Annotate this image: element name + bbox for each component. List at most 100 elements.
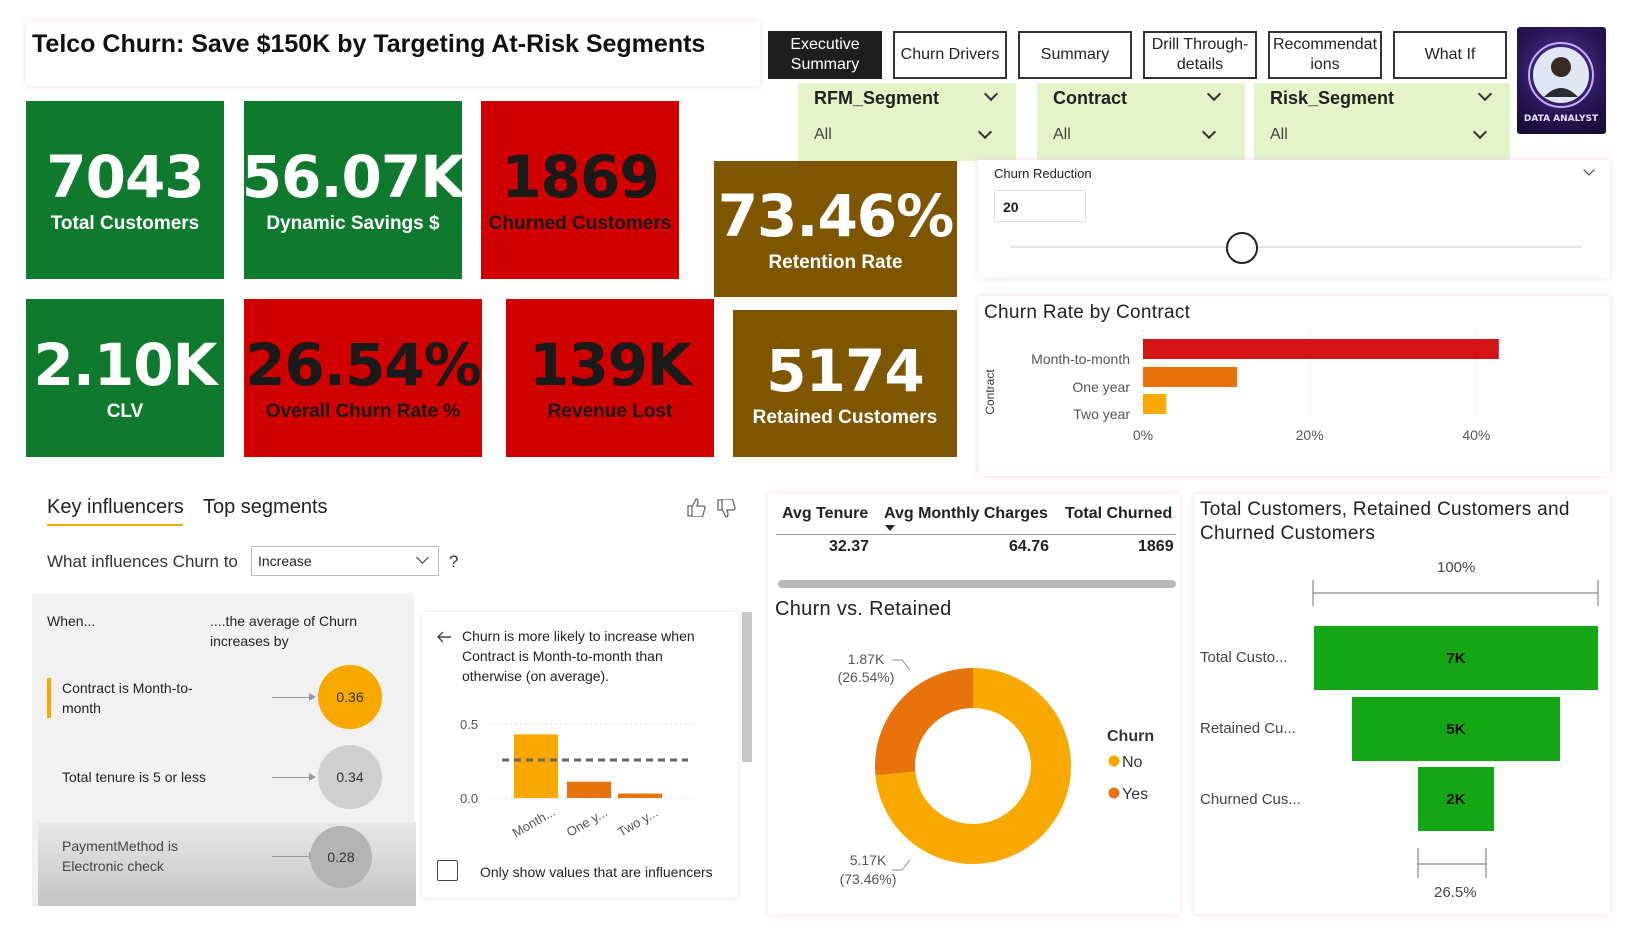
category-label: Two y...	[615, 805, 660, 840]
influencer-row-text[interactable]: PaymentMethod is Electronic check	[62, 836, 232, 876]
chart-title: Churn Rate by Contract	[984, 302, 1191, 323]
chevron-down-icon[interactable]	[977, 124, 993, 140]
thumbs-up-icon[interactable]	[686, 497, 708, 517]
kpi-value: 2.10K	[33, 331, 217, 399]
sort-desc-icon[interactable]	[885, 525, 895, 531]
nav-executive-summary-button[interactable]: Executive Summary	[768, 31, 882, 79]
slider-thumb[interactable]	[1226, 232, 1258, 264]
funnel-top-bracket	[1312, 580, 1599, 606]
chevron-down-icon[interactable]	[1472, 124, 1488, 140]
kpi-label: Retained Customers	[752, 406, 938, 428]
slider-track[interactable]	[1010, 246, 1582, 248]
kpi-label: Churned Customers	[488, 213, 672, 234]
kpi-label: CLV	[106, 401, 144, 422]
funnel-bar[interactable]: 5K	[1351, 697, 1561, 761]
nav-summary-button[interactable]: Summary	[1018, 31, 1132, 79]
influencer-bubble[interactable]: 0.34	[318, 745, 382, 809]
axis-label: Contract	[983, 369, 997, 415]
slicer-value[interactable]: All	[1053, 126, 1071, 144]
legend-item-yes: Yes	[1122, 786, 1148, 803]
funnel-bar[interactable]: 7K	[1314, 626, 1598, 690]
kpi-value: 139K	[528, 331, 692, 399]
slicer-rfm-segment[interactable]: RFM_Segment All	[798, 83, 1016, 161]
category-label: Month-to-month	[1031, 351, 1130, 367]
chevron-down-icon[interactable]	[1477, 86, 1493, 102]
horizontal-scrollbar[interactable]	[778, 580, 1176, 588]
influencer-bubble[interactable]: 0.36	[318, 665, 382, 729]
arrow-right-icon	[272, 773, 316, 781]
churn-rate-by-contract-chart: Contract Month-to-monthOne yearTwo year …	[983, 330, 1499, 443]
leader-line	[892, 859, 911, 871]
influencer-bubble[interactable]: 0.28	[310, 826, 372, 888]
checkbox-label: Only show values that are influencers	[480, 864, 713, 880]
question-mark: ?	[449, 552, 459, 571]
kpi-dynamic-savings: 56.07K Dynamic Savings $	[241, 101, 465, 279]
detail-bar-1	[567, 781, 611, 798]
slice-pct-no: (73.46%)	[840, 871, 897, 887]
tab-key-influencers[interactable]: Key influencers	[47, 496, 184, 519]
churn-reduction-input[interactable]: 20	[994, 190, 1086, 222]
funnel-stage-label: Total Custo...	[1200, 649, 1288, 666]
slicer-contract[interactable]: Contract All	[1037, 83, 1245, 161]
bar-0	[1143, 339, 1499, 359]
x-tick-label: 0%	[1133, 427, 1153, 443]
category-label: One year	[1072, 379, 1130, 395]
kpi-total-customers: 7043 Total Customers	[26, 101, 224, 279]
influencers-only-checkbox[interactable]	[437, 860, 458, 881]
x-tick-label: 20%	[1296, 427, 1324, 443]
nav-what-if-button[interactable]: What If	[1393, 31, 1507, 79]
influencer-row-text[interactable]: Contract is Month-to-month	[62, 678, 222, 718]
dashboard: Telco Churn: Save $150K by Targeting At-…	[0, 0, 1642, 940]
scrollbar[interactable]	[742, 612, 752, 762]
nav-recommendations-button[interactable]: Recommendations	[1268, 31, 1382, 79]
chevron-down-icon[interactable]	[1201, 124, 1217, 140]
arrow-right-icon	[272, 693, 316, 701]
stats-header[interactable]: Avg Monthly Charges	[884, 505, 1048, 523]
arrow-right-icon	[272, 852, 316, 860]
category-label: Month...	[510, 804, 558, 840]
funnel-bottom-percent: 26.5%	[1434, 884, 1477, 901]
nav-churn-drivers-button[interactable]: Churn Drivers	[893, 31, 1007, 79]
category-label: Two year	[1073, 406, 1130, 422]
stats-value: 32.37	[829, 538, 870, 555]
legend-marker-yes	[1108, 787, 1120, 799]
funnel-stage-label: Churned Cus...	[1200, 791, 1301, 808]
stats-value: 64.76	[1009, 538, 1050, 555]
avatar: DATA ANALYST	[1517, 27, 1606, 134]
legend-marker-no	[1108, 755, 1120, 767]
influencer-row-text[interactable]: Total tenure is 5 or less	[62, 767, 252, 787]
thumbs-down-icon[interactable]	[716, 499, 738, 519]
column-header-when: When...	[47, 613, 96, 629]
funnel-stage-label: Retained Cu...	[1200, 720, 1296, 737]
detail-bar-2	[618, 793, 662, 798]
kpi-value: 56.07K	[241, 143, 465, 211]
nav-drill-through-button[interactable]: Drill Through-details	[1143, 31, 1257, 79]
chart-title: Total Customers, Retained Customers and …	[1200, 499, 1570, 544]
chevron-down-icon[interactable]	[983, 86, 999, 102]
kpi-label: Dynamic Savings $	[266, 213, 440, 234]
slicer-risk-segment[interactable]: Risk_Segment All	[1254, 83, 1510, 161]
slicer-title: Risk_Segment	[1270, 88, 1395, 108]
slicer-value[interactable]: All	[1270, 126, 1288, 144]
kpi-revenue-lost: 139K Revenue Lost	[506, 299, 714, 457]
avatar-image: DATA ANALYST	[1524, 42, 1599, 124]
tab-top-segments[interactable]: Top segments	[203, 496, 328, 519]
funnel-bar[interactable]: 2K	[1418, 767, 1494, 831]
influencer-direction-select[interactable]: Increase	[251, 546, 439, 576]
kpi-retention-rate: 73.46% Retention Rate	[714, 161, 957, 297]
column-header-average: ....the average of Churn increases by	[210, 613, 358, 649]
kpi-value: 7043	[46, 143, 204, 211]
chevron-down-icon[interactable]	[416, 551, 429, 564]
chart-title: Churn vs. Retained	[775, 598, 952, 620]
slice-label-yes: 1.87K	[848, 651, 885, 667]
slicer-value[interactable]: All	[814, 126, 832, 144]
back-arrow-icon[interactable]	[436, 630, 452, 644]
selected-indicator	[47, 678, 51, 718]
kpi-clv: 2.10K CLV	[26, 299, 224, 457]
funnel-bottom-bracket	[1417, 848, 1487, 878]
y-tick-label: 0.0	[460, 791, 478, 806]
chevron-down-icon[interactable]	[1206, 86, 1222, 102]
kpi-label: Total Customers	[50, 213, 200, 234]
funnel-top-percent: 100%	[1437, 559, 1476, 576]
slicer-title: RFM_Segment	[814, 88, 940, 108]
